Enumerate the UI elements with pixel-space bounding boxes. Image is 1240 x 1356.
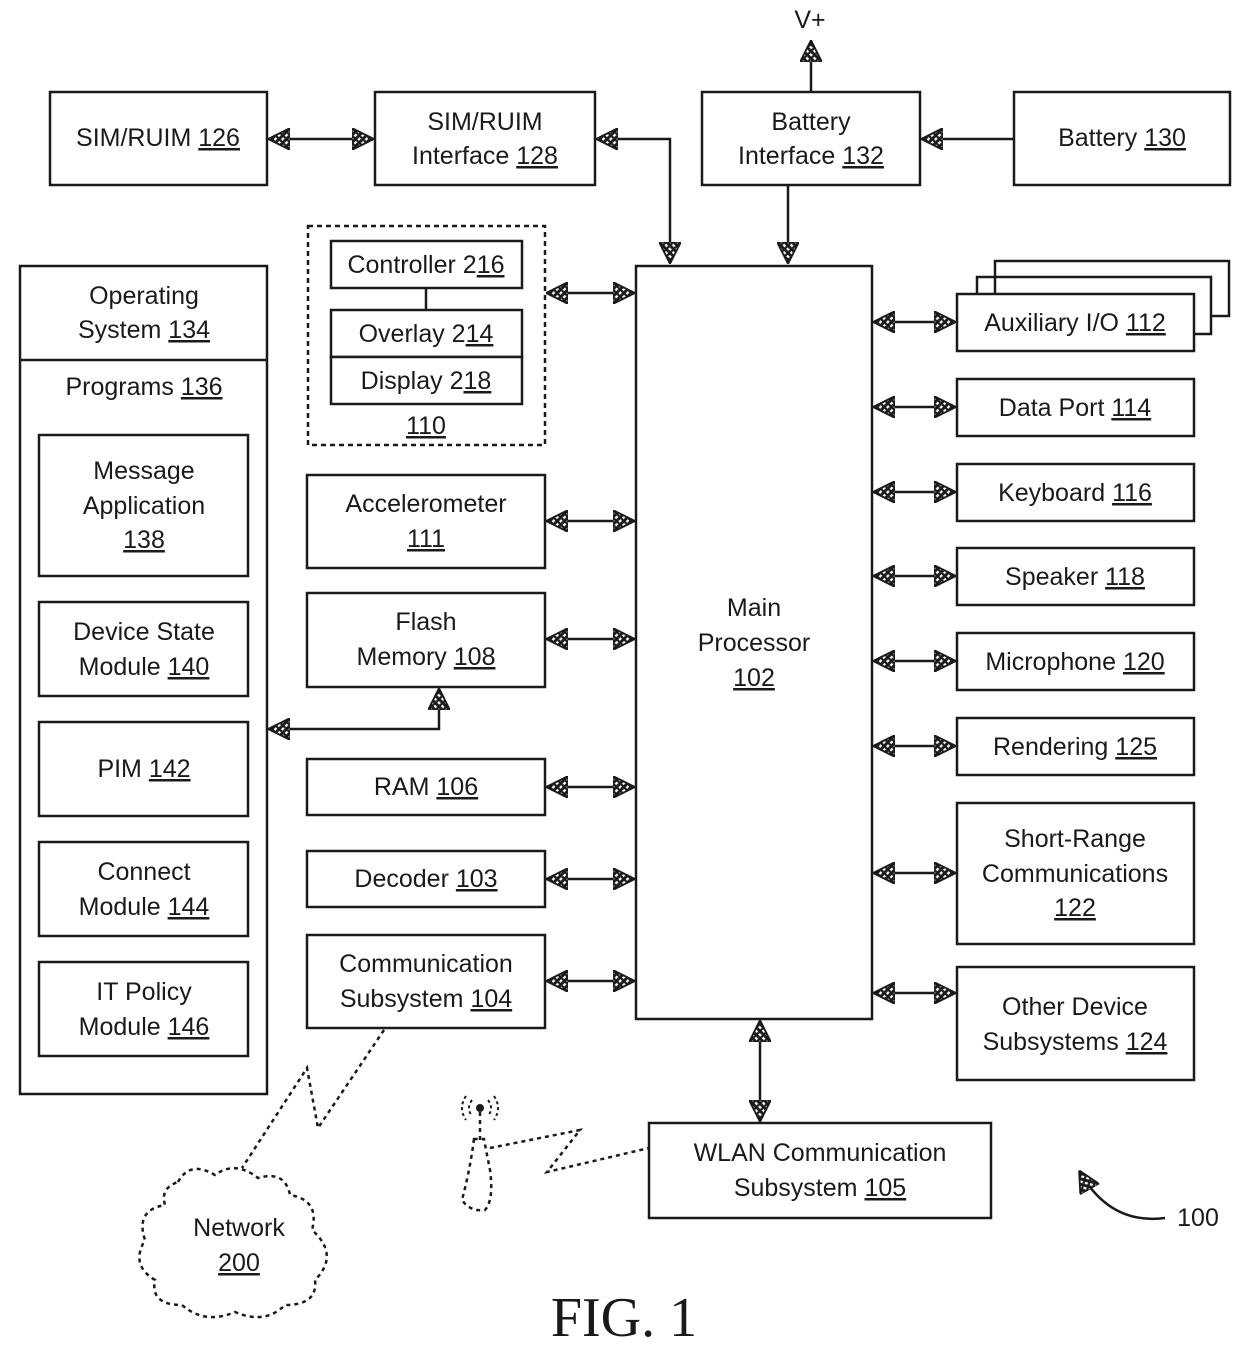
- wireless-link-wlan: [489, 1128, 650, 1175]
- svg-text:Other Device: Other Device: [1002, 993, 1148, 1021]
- svg-text:Application: Application: [83, 492, 205, 520]
- battery-interface-block: Battery Interface 132: [700, 90, 922, 187]
- network-cloud: Network 200: [138, 1167, 329, 1319]
- svg-text:Auxiliary I/O 112: Auxiliary I/O 112: [984, 309, 1166, 337]
- svg-text:Connect: Connect: [97, 858, 190, 886]
- svg-text:110: 110: [406, 412, 446, 440]
- it-policy-module-block: IT Policy Module 146: [37, 960, 250, 1058]
- svg-text:Keyboard 116: Keyboard 116: [998, 479, 1152, 507]
- flash-memory-block: Flash Memory 108: [305, 591, 547, 689]
- sim-ruim-interface-block: SIM/RUIM Interface 128: [373, 90, 597, 187]
- display-group-110: Controller 216 Overlay 214 Display 218 1…: [306, 224, 547, 447]
- svg-text:SIM/RUIM: SIM/RUIM: [427, 108, 542, 136]
- svg-text:Subsystem 105: Subsystem 105: [734, 1174, 906, 1202]
- svg-text:System 134: System 134: [78, 316, 210, 344]
- svg-text:Battery: Battery: [771, 108, 851, 136]
- svg-text:Device State: Device State: [73, 618, 215, 646]
- svg-text:WLAN Communication: WLAN Communication: [694, 1139, 947, 1167]
- rendering-block: Rendering 125: [955, 716, 1196, 777]
- programs-label: Programs 136: [65, 373, 222, 401]
- svg-text:RAM 106: RAM 106: [374, 773, 478, 801]
- svg-text:Module 144: Module 144: [79, 893, 210, 921]
- sim-ruim-block: SIM/RUIM 126: [48, 90, 269, 187]
- voltage-label: V+: [794, 6, 825, 34]
- svg-text:102: 102: [733, 664, 775, 692]
- message-application-block: Message Application 138: [37, 433, 250, 578]
- svg-text:Interface 132: Interface 132: [738, 142, 884, 170]
- svg-text:138: 138: [123, 526, 165, 554]
- svg-text:Communication: Communication: [339, 950, 513, 978]
- accelerometer-block: Accelerometer 111: [305, 473, 547, 570]
- svg-text:Flash: Flash: [395, 608, 456, 636]
- svg-text:Data Port 114: Data Port 114: [999, 394, 1152, 422]
- communication-subsystem-block: Communication Subsystem 104: [305, 933, 547, 1030]
- svg-text:SIM/RUIM 126: SIM/RUIM 126: [76, 124, 240, 152]
- decoder-block: Decoder 103: [305, 849, 547, 909]
- antenna-icon: [460, 1095, 499, 1212]
- svg-text:Message: Message: [93, 457, 194, 485]
- svg-text:Subsystem 104: Subsystem 104: [340, 985, 512, 1013]
- svg-text:Display 218: Display 218: [361, 367, 492, 395]
- svg-text:Module 140: Module 140: [79, 653, 210, 681]
- svg-text:Module 146: Module 146: [79, 1013, 210, 1041]
- device-state-module-block: Device State Module 140: [37, 600, 250, 698]
- figure-caption: FIG. 1: [551, 1287, 697, 1349]
- svg-text:IT Policy: IT Policy: [96, 978, 192, 1006]
- svg-text:Interface 128: Interface 128: [412, 142, 558, 170]
- svg-text:Microphone 120: Microphone 120: [985, 648, 1164, 676]
- main-processor-block: Main Processor 102: [634, 264, 874, 1021]
- svg-text:122: 122: [1054, 894, 1096, 922]
- other-device-subsystems-block: Other Device Subsystems 124: [955, 965, 1196, 1082]
- svg-text:Speaker 118: Speaker 118: [1005, 563, 1145, 591]
- connect-module-block: Connect Module 144: [37, 840, 250, 938]
- battery-block: Battery 130: [1012, 90, 1232, 187]
- svg-text:111: 111: [407, 525, 445, 553]
- keyboard-block: Keyboard 116: [955, 462, 1196, 523]
- svg-text:Communications: Communications: [982, 860, 1168, 888]
- short-range-communications-block: Short-Range Communications 122: [955, 801, 1196, 946]
- svg-text:200: 200: [218, 1249, 260, 1277]
- svg-text:Main: Main: [727, 594, 781, 622]
- wlan-communication-subsystem-block: WLAN Communication Subsystem 105: [647, 1121, 993, 1220]
- svg-text:Accelerometer: Accelerometer: [345, 490, 506, 518]
- speaker-block: Speaker 118: [955, 546, 1196, 607]
- svg-text:Decoder 103: Decoder 103: [354, 865, 497, 893]
- svg-text:Operating: Operating: [89, 282, 199, 310]
- reference-number: 100: [1177, 1204, 1219, 1232]
- svg-text:Overlay 214: Overlay 214: [359, 320, 494, 348]
- svg-text:Processor: Processor: [698, 629, 811, 657]
- svg-text:Memory 108: Memory 108: [357, 643, 496, 671]
- ram-block: RAM 106: [305, 757, 547, 817]
- svg-text:PIM 142: PIM 142: [97, 755, 190, 783]
- svg-text:Battery 130: Battery 130: [1058, 124, 1186, 152]
- reference-arrow: [1080, 1172, 1166, 1221]
- connector-sim-interface-processor: [598, 139, 670, 262]
- block-diagram: V+ SIM/RUIM 126 SIM/RUIM Interface 128 B…: [18, 6, 1232, 1349]
- svg-text:Network: Network: [193, 1214, 285, 1242]
- svg-text:Subsystems 124: Subsystems 124: [983, 1028, 1168, 1056]
- svg-text:Rendering 125: Rendering 125: [993, 733, 1157, 761]
- pim-block: PIM 142: [37, 720, 250, 818]
- data-port-block: Data Port 114: [955, 377, 1196, 438]
- diagram-canvas: V+ SIM/RUIM 126 SIM/RUIM Interface 128 B…: [0, 0, 1240, 1356]
- auxiliary-io-block: Auxiliary I/O 112: [955, 259, 1231, 353]
- microphone-block: Microphone 120: [955, 631, 1196, 692]
- svg-text:Controller 216: Controller 216: [347, 251, 504, 279]
- svg-text:Short-Range: Short-Range: [1004, 825, 1146, 853]
